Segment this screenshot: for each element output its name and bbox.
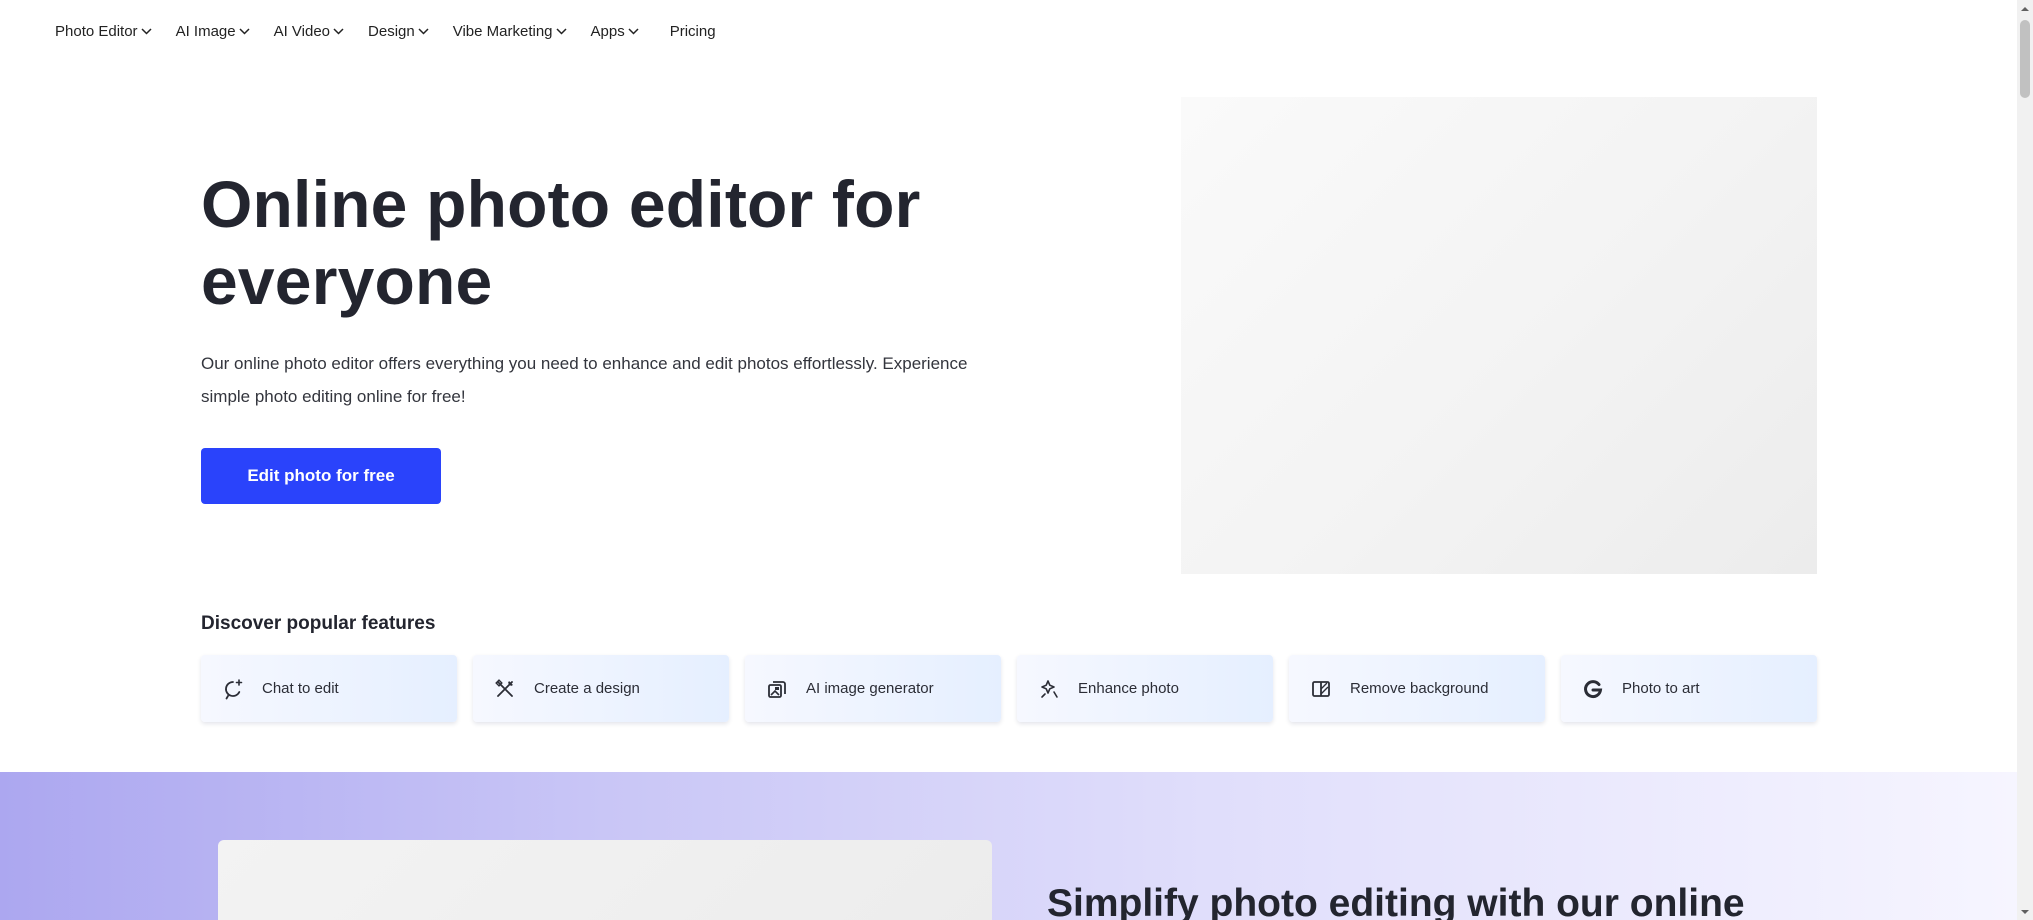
nav-item-ai-video[interactable]: AI Video [274,23,344,40]
nav-item-pricing[interactable]: Pricing [670,23,716,40]
hero-description: Our online photo editor offers everythin… [201,354,968,406]
feature-card-remove-background[interactable]: Remove background [1289,655,1545,722]
nav-item-label: AI Video [273,22,331,40]
feature-label: Photo to art [1622,680,1700,697]
nav-item-ai-image[interactable]: AI Image [176,23,250,40]
scroll-down-icon[interactable] [2020,907,2030,917]
nav-item-apps[interactable]: Apps [591,23,639,40]
chevron-down-icon [555,27,567,35]
hero-title: Online photo editor for everyone [201,167,921,318]
feature-list: Chat to edit Create a design AI image ge… [201,655,1817,722]
nav-item-photo-editor[interactable]: Photo Editor [55,23,152,40]
feature-card-chat-to-edit[interactable]: Chat to edit [201,655,457,722]
nav-item-label: Design [368,22,415,40]
page-scrollbar[interactable] [2017,0,2033,920]
feature-card-ai-image-generator[interactable]: AI image generator [745,655,1001,722]
scrollbar-thumb[interactable] [2020,20,2030,98]
chat-sparkle-icon [222,678,244,700]
edit-photo-button[interactable]: Edit photo for free [201,448,441,504]
nav-item-label: Photo Editor [55,22,138,40]
nav-item-label: AI Image [175,22,236,40]
nav-item-design[interactable]: Design [368,23,429,40]
feature-card-enhance-photo[interactable]: Enhance photo [1017,655,1273,722]
enhance-sparkle-icon [1038,678,1060,700]
feature-card-create-design[interactable]: Create a design [473,655,729,722]
simplify-section: Simplify photo editing with our online [0,772,2017,920]
scroll-up-icon[interactable] [2020,3,2030,13]
hero-image-placeholder [1181,97,1817,574]
nav-item-vibe-marketing[interactable]: Vibe Marketing [453,23,567,40]
remove-background-icon [1310,678,1332,700]
feature-label: Create a design [534,680,640,697]
chevron-down-icon [141,27,152,35]
nav-item-label: Apps [590,22,625,40]
chevron-down-icon [333,27,344,35]
feature-label: Enhance photo [1078,680,1179,697]
photo-to-art-icon [1582,678,1604,700]
section-image-placeholder [218,840,992,920]
feature-card-photo-to-art[interactable]: Photo to art [1561,655,1817,722]
chevron-down-icon [628,27,639,35]
nav-item-label: Vibe Marketing [452,22,553,40]
nav-item-label: Pricing [669,22,716,40]
chevron-down-icon [418,27,429,35]
features-title: Discover popular features [201,613,436,634]
top-nav: Photo Editor AI Image AI Video Design Vi… [0,0,2017,62]
section-title: Simplify photo editing with our online [1047,882,1745,920]
feature-label: AI image generator [806,680,934,697]
feature-label: Chat to edit [262,680,339,697]
feature-label: Remove background [1350,680,1489,697]
chevron-down-icon [239,27,250,35]
design-tools-icon [494,678,516,700]
image-generator-icon [766,678,788,700]
